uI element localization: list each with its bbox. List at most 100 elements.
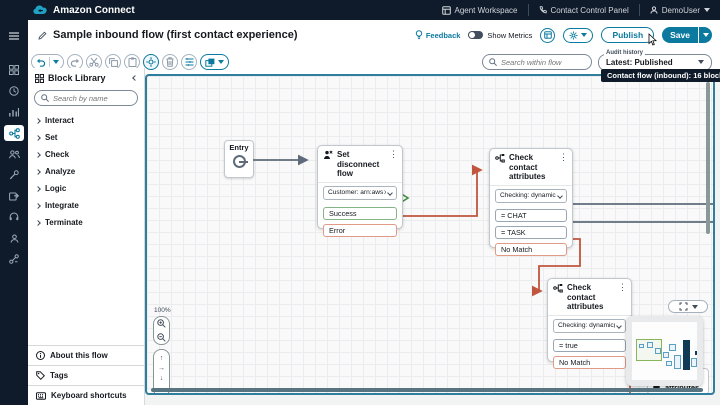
block-check-contact-attributes-2[interactable]: Check contact attributes ⋮ Checking: dyn…: [547, 278, 632, 362]
output-task[interactable]: = TASK: [495, 226, 567, 239]
menu-icon[interactable]: [4, 28, 24, 44]
divider: [49, 57, 50, 67]
brand: Amazon Connect: [33, 5, 135, 16]
feedback-link[interactable]: Feedback: [415, 30, 461, 40]
group-caret-icon[interactable]: [218, 60, 224, 64]
top-navigation: Amazon Connect Agent Workspace Contact C…: [0, 0, 720, 20]
expand-icon: [679, 302, 688, 311]
caret-down-icon: [692, 305, 698, 309]
category-interact[interactable]: Interact: [28, 112, 144, 129]
block-set-disconnect-flow[interactable]: Set disconnect flow ⋮ Customer: arn:aws:…: [317, 145, 403, 229]
users-icon[interactable]: [4, 146, 24, 162]
undo-icon[interactable]: [36, 58, 46, 67]
minimap[interactable]: [626, 316, 703, 386]
group-icon[interactable]: [205, 58, 215, 67]
category-terminate[interactable]: Terminate: [28, 214, 144, 231]
vertical-scrollbar[interactable]: [706, 82, 710, 234]
block-title: Check contact attributes: [509, 153, 555, 182]
flow-title-text: Sample inbound flow (first contact exper…: [53, 29, 297, 41]
dashboard-icon[interactable]: [4, 62, 24, 78]
flow-title-bar: Sample inbound flow (first contact exper…: [28, 20, 720, 50]
output-error[interactable]: Error: [323, 224, 397, 237]
flow-search-input[interactable]: [501, 58, 585, 67]
library-search-input[interactable]: [53, 94, 131, 103]
minimap-toggle-button[interactable]: [668, 300, 708, 313]
flow-search[interactable]: [482, 54, 592, 70]
save-button[interactable]: Save: [662, 27, 698, 43]
block-parameter[interactable]: Checking: dynamic(Syste...: [495, 189, 567, 203]
user-label: DemoUser: [662, 6, 700, 15]
group-button: [200, 54, 229, 70]
chevron-right-icon: [35, 186, 41, 192]
block-menu-icon[interactable]: ⋮: [389, 150, 398, 159]
flows-icon[interactable]: [4, 125, 24, 141]
horizontal-scrollbar[interactable]: [151, 388, 703, 392]
output-success[interactable]: Success: [323, 207, 397, 220]
integrations-icon[interactable]: [4, 251, 24, 267]
history-icon[interactable]: [4, 83, 24, 99]
amazon-connect-logo-icon: [33, 5, 47, 15]
category-logic[interactable]: Logic: [28, 180, 144, 197]
delete-icon[interactable]: [162, 54, 178, 70]
category-analyze[interactable]: Analyze: [28, 163, 144, 180]
edit-title-icon[interactable]: [38, 31, 47, 40]
library-search[interactable]: [34, 90, 138, 106]
page-title: Sample inbound flow (first contact exper…: [38, 29, 297, 41]
chevron-right-icon: [35, 152, 41, 158]
caret-down-icon: [703, 33, 709, 37]
caret-down-icon: [698, 60, 704, 64]
bulb-icon: [415, 30, 423, 40]
publish-button[interactable]: Publish: [601, 27, 654, 43]
user-icon: [650, 6, 658, 14]
block-menu-icon[interactable]: ⋮: [618, 283, 627, 292]
output-no-match[interactable]: No Match: [495, 243, 567, 256]
undo-caret-icon[interactable]: [53, 60, 59, 64]
block-check-contact-attributes-1[interactable]: Check contact attributes ⋮ Checking: dyn…: [489, 148, 573, 248]
search-icon: [41, 94, 49, 102]
output-true[interactable]: = true: [553, 339, 626, 352]
channels-icon[interactable]: [4, 188, 24, 204]
save-options-button[interactable]: [699, 27, 712, 43]
contact-control-panel-link[interactable]: Contact Control Panel: [529, 0, 639, 20]
show-metrics-toggle[interactable]: [468, 31, 483, 39]
agent-workspace-link[interactable]: Agent Workspace: [432, 0, 528, 20]
chevron-right-icon: [35, 220, 41, 226]
collapse-panel-icon[interactable]: [132, 75, 138, 81]
output-chat[interactable]: = CHAT: [495, 209, 567, 222]
library-grid-icon: [35, 74, 44, 83]
contact-control-panel-label: Contact Control Panel: [551, 6, 629, 15]
chevron-down-icon: [387, 190, 393, 196]
titlebar-actions: Feedback Show Metrics Publish Save: [415, 27, 712, 43]
settings-button[interactable]: [563, 28, 593, 43]
blocks-used-badge: Contact flow (inbound): 16 blocks used: [601, 69, 720, 82]
audit-history-select[interactable]: Audit history Latest: Published: [598, 54, 712, 71]
chevron-down-icon: [616, 323, 622, 329]
caret-down-icon: [704, 8, 710, 12]
profile-icon[interactable]: [4, 230, 24, 246]
keyboard-shortcuts[interactable]: Keyboard shortcuts: [28, 385, 144, 405]
flow-canvas[interactable]: Entry Set disconnect flow ⋮ Customer: ar…: [145, 74, 715, 395]
chevron-right-icon: [35, 118, 41, 124]
align-icon[interactable]: [181, 54, 197, 70]
category-integrate[interactable]: Integrate: [28, 197, 144, 214]
tags[interactable]: Tags: [28, 365, 144, 385]
block-menu-icon[interactable]: ⋮: [559, 153, 568, 162]
routing-icon[interactable]: [4, 167, 24, 183]
block-parameter[interactable]: Checking: dynamic(User d...: [553, 319, 626, 333]
audit-history-label: Audit history: [604, 50, 645, 56]
user-menu[interactable]: DemoUser: [640, 0, 720, 20]
caret-down-icon: [581, 33, 587, 37]
category-set[interactable]: Set: [28, 129, 144, 146]
fit-view-icon[interactable]: [143, 54, 159, 70]
topnav-right: Agent Workspace Contact Control Panel De…: [432, 0, 720, 20]
output-no-match[interactable]: No Match: [553, 356, 626, 369]
about-this-flow[interactable]: About this flow: [28, 345, 144, 365]
layout-button[interactable]: [540, 28, 555, 43]
amazon-connect-app: Amazon Connect Agent Workspace Contact C…: [0, 0, 720, 405]
block-parameter[interactable]: Customer: arn:aws:connec...: [323, 186, 397, 200]
support-icon[interactable]: [4, 209, 24, 225]
metrics-icon[interactable]: [4, 104, 24, 120]
category-check[interactable]: Check: [28, 146, 144, 163]
tag-icon: [36, 371, 45, 380]
library-footer: About this flow Tags Keyboard shortcuts: [28, 345, 144, 405]
